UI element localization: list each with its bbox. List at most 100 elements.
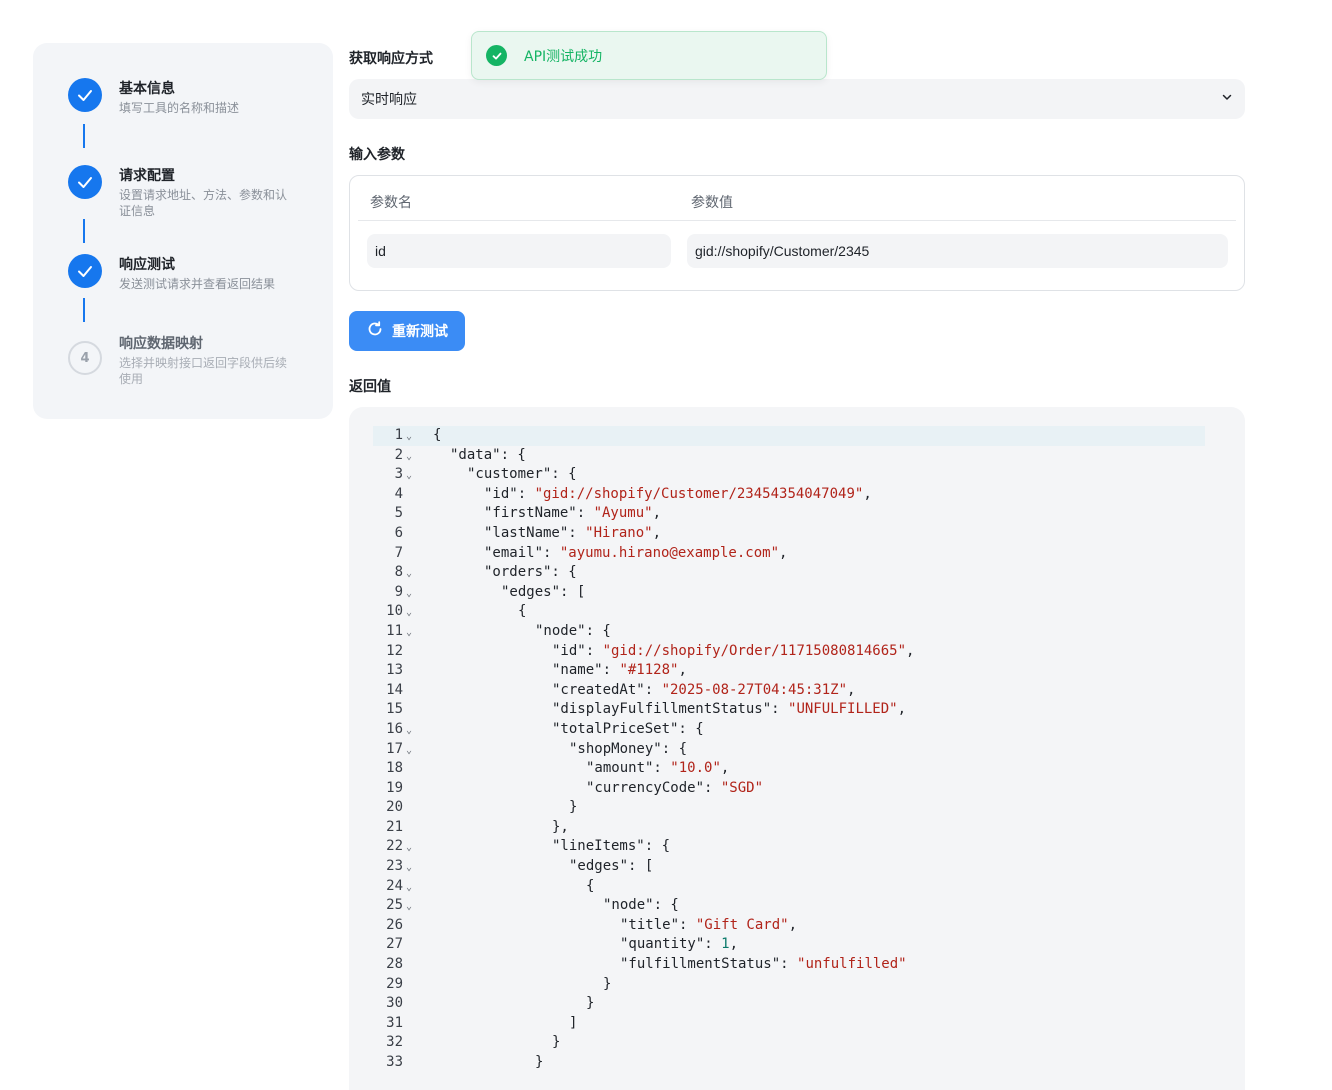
string-token: "Gift Card" [695, 916, 789, 933]
code-token: "id": [484, 485, 535, 502]
toast-message: API测试成功 [524, 48, 603, 65]
param-name-input[interactable] [367, 234, 671, 268]
response-mode-select[interactable]: 实时响应 [349, 79, 1245, 119]
response-code-viewer[interactable]: 1 ⌄{2 ⌄ "data": {3 ⌄ "customer": {4 "id": "gid… [349, 407, 1245, 1090]
line-number: 10 [386, 603, 403, 620]
fold-chevron-icon[interactable]: ⌄ [403, 564, 415, 584]
string-token: "UNFULFILLED" [788, 701, 898, 718]
check-icon [68, 165, 102, 199]
code-token: } [586, 995, 595, 1012]
fold-chevron-icon[interactable]: ⌄ [403, 721, 415, 741]
result-label: 返回值 [349, 379, 391, 395]
line-number: 25 [386, 897, 403, 914]
line-number: 20 [386, 799, 403, 816]
success-check-icon [486, 45, 507, 66]
code-content: } [534, 1033, 560, 1053]
code-line: 5 "firstName": "Ayumu", [373, 504, 914, 524]
line-number: 11 [386, 622, 403, 639]
code-content: "totalPriceSet": { [534, 720, 704, 740]
step-title: 基本信息 [119, 81, 175, 97]
fold-chevron-icon[interactable]: ⌄ [403, 897, 415, 917]
code-content: "data": { [432, 446, 526, 466]
code-line: 20} [373, 798, 914, 818]
code-token: , [897, 701, 907, 718]
code-token: "displayFulfillmentStatus": [552, 701, 789, 718]
line-number: 12 [386, 642, 403, 659]
fold-chevron-icon[interactable]: ⌄ [403, 858, 415, 878]
code-token: } [552, 1034, 561, 1051]
string-token: "Ayumu" [593, 505, 653, 522]
line-number: 27 [386, 936, 403, 953]
line-number: 16 [386, 720, 403, 737]
code-line: 26 "title": "Gift Card", [373, 916, 914, 936]
code-line: 12 "id": "gid://shopify/Order/11715080814… [373, 642, 914, 662]
fold-chevron-icon[interactable]: ⌄ [403, 466, 415, 486]
line-number: 21 [386, 818, 403, 835]
param-value-input[interactable] [687, 234, 1228, 268]
code-token: "firstName": [484, 505, 594, 522]
string-token: "#1128" [619, 662, 679, 679]
line-number: 29 [386, 975, 403, 992]
code-token: "shopMoney": { [569, 740, 688, 757]
line-number: 30 [386, 995, 403, 1012]
code-token: "data": { [450, 446, 526, 463]
params-table: 参数名 参数值 [349, 175, 1245, 291]
code-token: } [569, 799, 578, 816]
code-token: , [720, 760, 730, 777]
fold-chevron-icon[interactable]: ⌄ [403, 427, 415, 447]
code-line: 3 ⌄ "customer": { [373, 465, 914, 485]
fold-chevron-icon[interactable]: ⌄ [403, 447, 415, 467]
code-content: "orders": { [466, 563, 577, 583]
retest-label: 重新测试 [392, 324, 448, 340]
code-content: }, [534, 818, 569, 838]
line-number: 31 [386, 1014, 403, 1031]
code-line: 6 "lastName": "Hirano", [373, 524, 914, 544]
code-line: 11 ⌄ "node": { [373, 622, 914, 642]
code-content: } [517, 1053, 543, 1073]
code-content: "id": "gid://shopify/Customer/2345435404… [466, 485, 872, 505]
response-mode-value: 实时响应 [361, 92, 417, 108]
step-connector [83, 124, 85, 148]
line-number: 5 [394, 505, 403, 522]
line-number: 26 [386, 916, 403, 933]
step-desc: 选择并映射接口返回字段供后续使用 [119, 356, 288, 386]
code-token: { [433, 427, 442, 443]
code-line: 14 "createdAt": "2025-08-27T04:45:31Z", [373, 681, 914, 701]
code-token: "name": [552, 662, 620, 679]
line-number: 24 [386, 877, 403, 894]
line-number: 28 [386, 956, 403, 973]
col-param-name: 参数名 [370, 195, 412, 211]
code-content: "node": { [517, 622, 611, 642]
fold-chevron-icon[interactable]: ⌄ [403, 878, 415, 898]
code-content: "createdAt": "2025-08-27T04:45:31Z", [534, 681, 855, 701]
response-mode-label: 获取响应方式 [349, 51, 433, 67]
line-number: 7 [394, 544, 403, 561]
line-number: 19 [386, 779, 403, 796]
fold-chevron-icon[interactable]: ⌄ [403, 741, 415, 761]
fold-chevron-icon[interactable]: ⌄ [403, 623, 415, 643]
fold-chevron-icon[interactable]: ⌄ [403, 584, 415, 604]
code-token: , [652, 505, 662, 522]
check-icon [68, 254, 102, 288]
retest-button[interactable]: 重新测试 [349, 311, 465, 351]
code-line: 4 "id": "gid://shopify/Customer/234543540… [373, 485, 914, 505]
code-token: } [603, 975, 612, 992]
code-line: 8 ⌄ "orders": { [373, 563, 914, 583]
line-number: 14 [386, 681, 403, 698]
fold-chevron-icon[interactable]: ⌄ [403, 838, 415, 858]
code-content: } [585, 975, 611, 995]
col-param-value: 参数值 [691, 195, 733, 211]
string-token: "gid://shopify/Order/11715080814665" [602, 642, 907, 659]
code-line: 2 ⌄ "data": { [373, 446, 914, 466]
code-content: } [568, 994, 594, 1014]
check-icon [68, 78, 102, 112]
code-token: { [586, 877, 595, 894]
code-token: , [678, 662, 687, 679]
code-line: 32} [373, 1033, 914, 1053]
code-token: , [788, 916, 798, 933]
code-token: , [729, 936, 739, 953]
code-content: "amount": "10.0", [568, 759, 729, 779]
code-line: 24 ⌄ { [373, 877, 914, 897]
fold-chevron-icon[interactable]: ⌄ [403, 603, 415, 623]
code-line: 9 ⌄ "edges": [ [373, 583, 914, 603]
